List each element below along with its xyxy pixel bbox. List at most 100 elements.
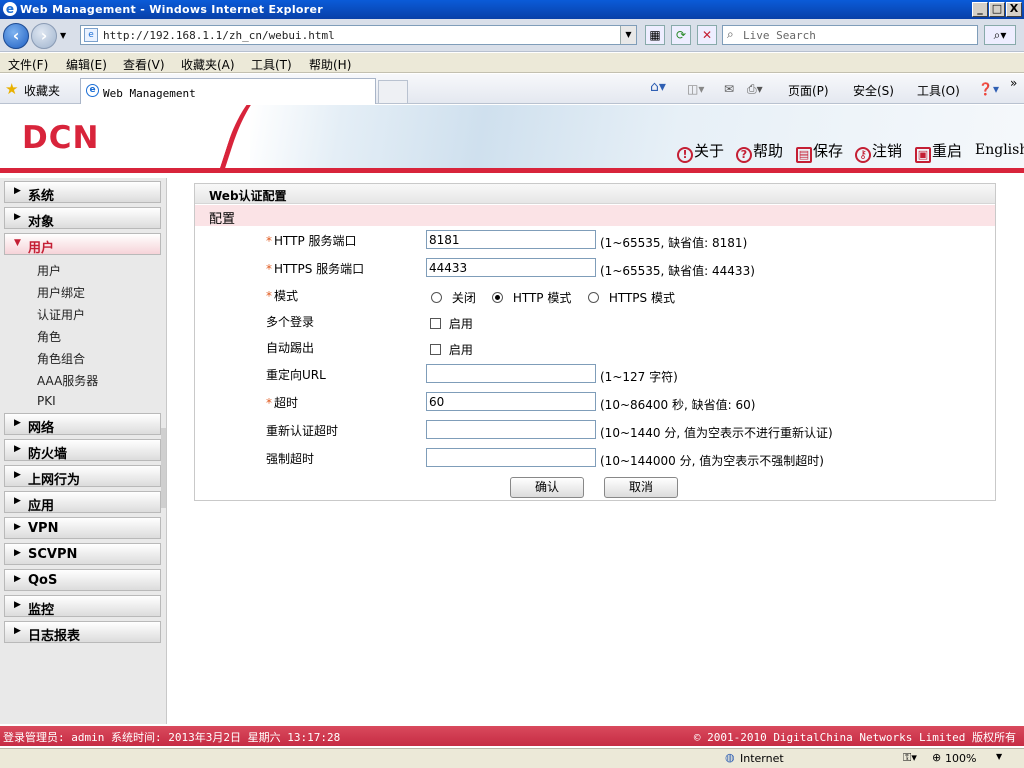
- restart-button[interactable]: ▣ 重启: [915, 140, 962, 163]
- reauth-timeout-input[interactable]: [426, 420, 596, 439]
- save-button[interactable]: ▤ 保存: [796, 140, 843, 163]
- home-icon[interactable]: ⌂▾: [650, 79, 666, 95]
- menu-view[interactable]: 查看(V): [123, 56, 165, 73]
- help-dropdown-icon[interactable]: ❓▾: [978, 82, 999, 96]
- zoom-dropdown-icon[interactable]: ▼: [996, 752, 1002, 761]
- sidebar-subitem-role-group[interactable]: 角色组合: [37, 350, 85, 367]
- tab-ie-icon: e: [86, 84, 99, 97]
- print-icon[interactable]: ⎙▾: [747, 82, 763, 97]
- sidebar-item-object[interactable]: ▶ 对象: [4, 207, 161, 230]
- sidebar-subitem-auth-user[interactable]: 认证用户: [37, 306, 85, 323]
- multi-login-check[interactable]: [430, 318, 441, 329]
- required-mark: *: [266, 234, 272, 248]
- favorites-bar: ★ 收藏夹 e Web Management ⌂▾ ◫▾ ✉ ⎙▾ 页面(P) …: [0, 74, 1024, 104]
- auto-kick-check[interactable]: [430, 344, 441, 355]
- sidebar-item-firewall[interactable]: ▶ 防火墙: [4, 439, 161, 462]
- http-port-label: * HTTP 服务端口: [266, 234, 357, 248]
- safety-menu[interactable]: 安全(S): [853, 82, 894, 99]
- radio-https[interactable]: [588, 292, 599, 303]
- zoom-level[interactable]: 100%: [945, 752, 976, 765]
- sidebar-item-monitor[interactable]: ▶ 监控: [4, 595, 161, 618]
- browser-tab[interactable]: e Web Management: [80, 78, 376, 104]
- restart-icon: ▣: [915, 147, 931, 163]
- force-timeout-input[interactable]: [426, 448, 596, 467]
- menu-file[interactable]: 文件(F): [8, 56, 48, 73]
- forward-button[interactable]: ›: [31, 23, 57, 49]
- logout-button[interactable]: ⚷ 注销: [855, 140, 902, 163]
- favorites-star-icon[interactable]: ★: [5, 80, 18, 98]
- caret-right-icon: ▶: [14, 574, 21, 584]
- new-tab-button[interactable]: [378, 80, 408, 104]
- http-port-input[interactable]: [426, 230, 596, 249]
- menu-edit[interactable]: 编辑(E): [66, 56, 107, 73]
- address-dropdown[interactable]: ▼: [620, 26, 636, 44]
- confirm-button[interactable]: 确认: [510, 477, 584, 498]
- minimize-button[interactable]: _: [972, 2, 988, 17]
- radio-off[interactable]: [431, 292, 442, 303]
- sidebar-item-log-report[interactable]: ▶ 日志报表: [4, 621, 161, 644]
- compat-icon[interactable]: ▦: [645, 25, 665, 45]
- favorites-label[interactable]: 收藏夹: [24, 82, 60, 99]
- refresh-icon[interactable]: ⟳: [671, 25, 691, 45]
- security-zone: Internet: [740, 752, 784, 765]
- sidebar-collapse-handle[interactable]: [161, 428, 166, 508]
- chevron-right-icon[interactable]: »: [1010, 76, 1017, 90]
- mode-https-option[interactable]: HTTPS 模式: [588, 289, 675, 306]
- sidebar-item-vpn[interactable]: ▶ VPN: [4, 517, 161, 539]
- required-mark: *: [266, 396, 272, 410]
- sidebar-item-internet-behavior[interactable]: ▶ 上网行为: [4, 465, 161, 488]
- mode-off-option[interactable]: 关闭: [431, 289, 476, 306]
- address-bar[interactable]: e http://192.168.1.1/zh_cn/webui.html ▼: [80, 25, 637, 45]
- about-button[interactable]: ! 关于: [677, 140, 724, 163]
- mail-icon[interactable]: ✉: [724, 82, 734, 96]
- sidebar-subitem-pki[interactable]: PKI: [37, 394, 56, 408]
- sidebar-subitem-user[interactable]: 用户: [37, 262, 61, 279]
- sidebar: ▶ 系统 ▶ 对象 ▼ 用户 用户 用户绑定 认证用户 角色 角色组合 AAA服务器 …: [0, 178, 167, 724]
- radio-http[interactable]: [492, 292, 503, 303]
- auto-kick-checkbox[interactable]: 启用: [430, 341, 473, 358]
- multi-login-checkbox[interactable]: 启用: [430, 315, 473, 332]
- feeds-icon[interactable]: ◫▾: [687, 82, 704, 96]
- auto-kick-label: 自动踢出: [266, 341, 315, 355]
- sidebar-item-application[interactable]: ▶ 应用: [4, 491, 161, 514]
- menu-favorites[interactable]: 收藏夹(A): [181, 56, 235, 73]
- close-button[interactable]: X: [1006, 2, 1022, 17]
- sidebar-subitem-aaa-server[interactable]: AAA服务器: [37, 372, 98, 389]
- sidebar-subitem-role[interactable]: 角色: [37, 328, 61, 345]
- reauth-timeout-hint: (10~1440 分, 值为空表示不进行重新认证): [600, 426, 833, 440]
- menu-tools[interactable]: 工具(T): [251, 56, 292, 73]
- zoom-icon: ⊕: [932, 751, 942, 764]
- sidebar-item-system[interactable]: ▶ 系统: [4, 181, 161, 204]
- protected-mode-icon[interactable]: ⚿▾: [903, 751, 917, 765]
- english-link[interactable]: English: [975, 142, 1024, 158]
- mode-http-option[interactable]: HTTP 模式: [492, 289, 571, 306]
- tools-menu[interactable]: 工具(O): [917, 82, 960, 99]
- maximize-button[interactable]: □: [989, 2, 1005, 17]
- caret-right-icon: ▶: [14, 470, 21, 480]
- sidebar-item-user[interactable]: ▼ 用户: [4, 233, 161, 256]
- https-port-input[interactable]: [426, 258, 596, 277]
- cancel-button[interactable]: 取消: [604, 477, 678, 498]
- history-dropdown[interactable]: ▼: [60, 31, 66, 40]
- sidebar-item-qos[interactable]: ▶ QoS: [4, 569, 161, 591]
- redirect-url-input[interactable]: [426, 364, 596, 383]
- redirect-url-label: 重定向URL: [266, 368, 326, 382]
- help-button[interactable]: ? 帮助: [736, 140, 783, 163]
- search-placeholder: Live Search: [743, 29, 816, 42]
- timeout-hint: (10~86400 秒, 缺省值: 60): [600, 398, 756, 412]
- address-toolbar: ‹ › ▼ e http://192.168.1.1/zh_cn/webui.h…: [0, 19, 1024, 52]
- force-timeout-label: 强制超时: [266, 452, 315, 466]
- back-button[interactable]: ‹: [3, 23, 29, 49]
- menu-help[interactable]: 帮助(H): [309, 56, 351, 73]
- page-menu[interactable]: 页面(P): [788, 82, 829, 99]
- search-button[interactable]: ⌕▾: [984, 25, 1016, 45]
- search-box[interactable]: ⌕ Live Search: [722, 25, 978, 45]
- stop-icon[interactable]: ✕: [697, 25, 717, 45]
- sidebar-item-network[interactable]: ▶ 网络: [4, 413, 161, 436]
- timeout-input[interactable]: [426, 392, 596, 411]
- web-auth-config-panel: Web认证配置 配置 *HTTP 服务端口 (1~65535, 缺省值: 818…: [194, 183, 996, 501]
- sidebar-subitem-user-binding[interactable]: 用户绑定: [37, 284, 85, 301]
- caret-right-icon: ▶: [14, 212, 21, 222]
- copyright: © 2001-2010 DigitalChina Networks Limite…: [693, 731, 1016, 744]
- sidebar-item-scvpn[interactable]: ▶ SCVPN: [4, 543, 161, 565]
